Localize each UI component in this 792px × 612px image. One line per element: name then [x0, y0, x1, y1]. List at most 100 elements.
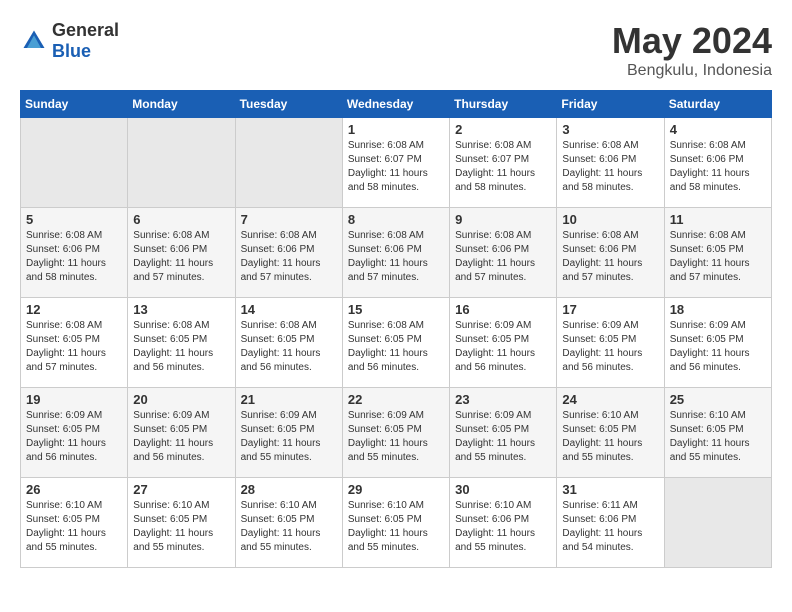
day-info: Sunrise: 6:10 AM Sunset: 6:05 PM Dayligh… — [348, 499, 444, 555]
day-number: 16 — [455, 302, 551, 317]
calendar-cell: 8 Sunrise: 6:08 AM Sunset: 6:06 PM Daylig… — [342, 208, 449, 298]
calendar-cell: 22 Sunrise: 6:09 AM Sunset: 6:05 PM Dayli… — [342, 388, 449, 478]
calendar-cell: 21 Sunrise: 6:09 AM Sunset: 6:05 PM Dayli… — [235, 388, 342, 478]
calendar-cell — [128, 118, 235, 208]
calendar-cell: 28 Sunrise: 6:10 AM Sunset: 6:05 PM Dayli… — [235, 478, 342, 568]
day-number: 4 — [670, 122, 766, 137]
day-number: 26 — [26, 482, 122, 497]
calendar-cell: 16 Sunrise: 6:09 AM Sunset: 6:05 PM Dayli… — [450, 298, 557, 388]
day-number: 21 — [241, 392, 337, 407]
day-info: Sunrise: 6:09 AM Sunset: 6:05 PM Dayligh… — [670, 319, 766, 375]
calendar-week-row: 1Sunrise: 6:08 AM Sunset: 6:07 PM Daylig… — [21, 118, 772, 208]
day-number: 25 — [670, 392, 766, 407]
title-block: May 2024 Bengkulu, Indonesia — [612, 20, 772, 80]
calendar-header: SundayMondayTuesdayWednesdayThursdayFrid… — [21, 91, 772, 118]
weekday-header-row: SundayMondayTuesdayWednesdayThursdayFrid… — [21, 91, 772, 118]
day-number: 11 — [670, 212, 766, 227]
weekday-header-saturday: Saturday — [664, 91, 771, 118]
day-info: Sunrise: 6:08 AM Sunset: 6:05 PM Dayligh… — [241, 319, 337, 375]
calendar-cell — [664, 478, 771, 568]
day-info: Sunrise: 6:10 AM Sunset: 6:05 PM Dayligh… — [133, 499, 229, 555]
day-number: 5 — [26, 212, 122, 227]
day-info: Sunrise: 6:08 AM Sunset: 6:05 PM Dayligh… — [133, 319, 229, 375]
day-info: Sunrise: 6:08 AM Sunset: 6:06 PM Dayligh… — [562, 139, 658, 195]
calendar-cell: 20 Sunrise: 6:09 AM Sunset: 6:05 PM Dayli… — [128, 388, 235, 478]
day-number: 28 — [241, 482, 337, 497]
day-info: Sunrise: 6:08 AM Sunset: 6:06 PM Dayligh… — [241, 229, 337, 285]
day-number: 8 — [348, 212, 444, 227]
day-number: 31 — [562, 482, 658, 497]
page-header: General Blue May 2024 Bengkulu, Indonesi… — [20, 20, 772, 80]
calendar-cell: 27 Sunrise: 6:10 AM Sunset: 6:05 PM Dayli… — [128, 478, 235, 568]
calendar-cell: 6 Sunrise: 6:08 AM Sunset: 6:06 PM Daylig… — [128, 208, 235, 298]
calendar-cell: 26 Sunrise: 6:10 AM Sunset: 6:05 PM Dayli… — [21, 478, 128, 568]
calendar-body: 1Sunrise: 6:08 AM Sunset: 6:07 PM Daylig… — [21, 118, 772, 568]
month-year-title: May 2024 — [612, 20, 772, 62]
day-number: 2 — [455, 122, 551, 137]
day-info: Sunrise: 6:09 AM Sunset: 6:05 PM Dayligh… — [241, 409, 337, 465]
day-number: 10 — [562, 212, 658, 227]
day-info: Sunrise: 6:08 AM Sunset: 6:06 PM Dayligh… — [348, 229, 444, 285]
day-info: Sunrise: 6:10 AM Sunset: 6:05 PM Dayligh… — [241, 499, 337, 555]
logo-icon — [20, 27, 48, 55]
day-info: Sunrise: 6:10 AM Sunset: 6:05 PM Dayligh… — [26, 499, 122, 555]
calendar-cell: 29 Sunrise: 6:10 AM Sunset: 6:05 PM Dayli… — [342, 478, 449, 568]
day-info: Sunrise: 6:09 AM Sunset: 6:05 PM Dayligh… — [348, 409, 444, 465]
calendar-cell: 17Sunrise: 6:09 AM Sunset: 6:05 PM Dayli… — [557, 298, 664, 388]
logo: General Blue — [20, 20, 119, 62]
day-number: 19 — [26, 392, 122, 407]
day-info: Sunrise: 6:09 AM Sunset: 6:05 PM Dayligh… — [455, 319, 551, 375]
day-info: Sunrise: 6:08 AM Sunset: 6:06 PM Dayligh… — [455, 229, 551, 285]
day-info: Sunrise: 6:08 AM Sunset: 6:06 PM Dayligh… — [670, 139, 766, 195]
day-number: 12 — [26, 302, 122, 317]
calendar-week-row: 5 Sunrise: 6:08 AM Sunset: 6:06 PM Daylig… — [21, 208, 772, 298]
calendar-table: SundayMondayTuesdayWednesdayThursdayFrid… — [20, 90, 772, 568]
day-info: Sunrise: 6:09 AM Sunset: 6:05 PM Dayligh… — [26, 409, 122, 465]
calendar-cell: 12 Sunrise: 6:08 AM Sunset: 6:05 PM Dayli… — [21, 298, 128, 388]
calendar-cell: 19 Sunrise: 6:09 AM Sunset: 6:05 PM Dayli… — [21, 388, 128, 478]
day-info: Sunrise: 6:11 AM Sunset: 6:06 PM Dayligh… — [562, 499, 658, 555]
day-info: Sunrise: 6:10 AM Sunset: 6:05 PM Dayligh… — [670, 409, 766, 465]
day-number: 23 — [455, 392, 551, 407]
day-info: Sunrise: 6:08 AM Sunset: 6:06 PM Dayligh… — [26, 229, 122, 285]
calendar-cell: 9 Sunrise: 6:08 AM Sunset: 6:06 PM Daylig… — [450, 208, 557, 298]
day-number: 7 — [241, 212, 337, 227]
calendar-cell: 24Sunrise: 6:10 AM Sunset: 6:05 PM Dayli… — [557, 388, 664, 478]
weekday-header-wednesday: Wednesday — [342, 91, 449, 118]
calendar-cell: 14Sunrise: 6:08 AM Sunset: 6:05 PM Dayli… — [235, 298, 342, 388]
calendar-cell: 4 Sunrise: 6:08 AM Sunset: 6:06 PM Daylig… — [664, 118, 771, 208]
calendar-cell: 10Sunrise: 6:08 AM Sunset: 6:06 PM Dayli… — [557, 208, 664, 298]
calendar-cell: 3 Sunrise: 6:08 AM Sunset: 6:06 PM Daylig… — [557, 118, 664, 208]
day-number: 20 — [133, 392, 229, 407]
day-info: Sunrise: 6:08 AM Sunset: 6:05 PM Dayligh… — [670, 229, 766, 285]
day-info: Sunrise: 6:09 AM Sunset: 6:05 PM Dayligh… — [133, 409, 229, 465]
day-info: Sunrise: 6:08 AM Sunset: 6:07 PM Dayligh… — [455, 139, 551, 195]
weekday-header-thursday: Thursday — [450, 91, 557, 118]
day-number: 6 — [133, 212, 229, 227]
day-number: 22 — [348, 392, 444, 407]
calendar-week-row: 19 Sunrise: 6:09 AM Sunset: 6:05 PM Dayli… — [21, 388, 772, 478]
day-number: 18 — [670, 302, 766, 317]
calendar-cell — [235, 118, 342, 208]
day-info: Sunrise: 6:09 AM Sunset: 6:05 PM Dayligh… — [455, 409, 551, 465]
day-info: Sunrise: 6:08 AM Sunset: 6:07 PM Dayligh… — [348, 139, 444, 195]
weekday-header-sunday: Sunday — [21, 91, 128, 118]
day-number: 27 — [133, 482, 229, 497]
logo-text-blue: Blue — [52, 41, 91, 61]
calendar-cell: 13Sunrise: 6:08 AM Sunset: 6:05 PM Dayli… — [128, 298, 235, 388]
calendar-cell: 30Sunrise: 6:10 AM Sunset: 6:06 PM Dayli… — [450, 478, 557, 568]
weekday-header-friday: Friday — [557, 91, 664, 118]
calendar-cell: 31 Sunrise: 6:11 AM Sunset: 6:06 PM Dayli… — [557, 478, 664, 568]
calendar-cell: 23 Sunrise: 6:09 AM Sunset: 6:05 PM Dayli… — [450, 388, 557, 478]
logo-text-general: General — [52, 20, 119, 40]
calendar-cell: 15Sunrise: 6:08 AM Sunset: 6:05 PM Dayli… — [342, 298, 449, 388]
day-info: Sunrise: 6:08 AM Sunset: 6:05 PM Dayligh… — [26, 319, 122, 375]
calendar-cell — [21, 118, 128, 208]
day-info: Sunrise: 6:08 AM Sunset: 6:05 PM Dayligh… — [348, 319, 444, 375]
day-number: 3 — [562, 122, 658, 137]
weekday-header-monday: Monday — [128, 91, 235, 118]
day-number: 29 — [348, 482, 444, 497]
calendar-week-row: 12 Sunrise: 6:08 AM Sunset: 6:05 PM Dayli… — [21, 298, 772, 388]
day-info: Sunrise: 6:08 AM Sunset: 6:06 PM Dayligh… — [133, 229, 229, 285]
day-number: 9 — [455, 212, 551, 227]
